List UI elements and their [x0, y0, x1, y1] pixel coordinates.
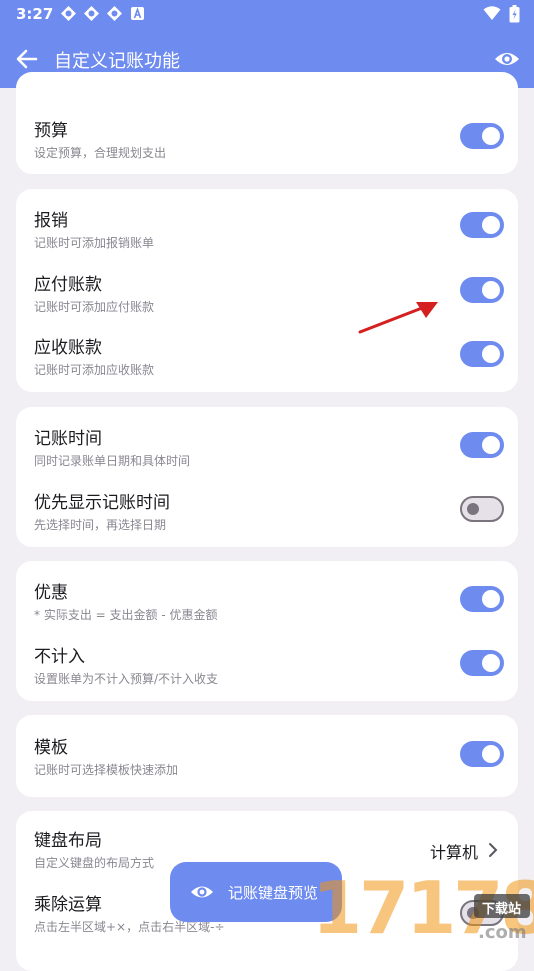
setting-subtitle: 自定义键盘的布局方式	[34, 856, 155, 870]
setting-title: 优惠	[34, 583, 68, 603]
toggle-knob	[482, 590, 500, 608]
status-bar: 3:27	[0, 0, 534, 30]
setting-row-exclude[interactable]: 不计入 设置账单为不计入预算/不计入收支	[16, 642, 518, 702]
eye-icon	[190, 881, 214, 903]
setting-row-reimbursement[interactable]: 报销 记账时可添加报销账单	[16, 206, 518, 266]
toggle-knob	[482, 127, 500, 145]
app-notification-icon	[106, 5, 123, 22]
red-annotation-arrow-icon	[356, 296, 442, 336]
watermark-tag-label: 下载站	[482, 902, 522, 917]
setting-subtitle: 记账时可添加应付账款	[34, 300, 155, 314]
toggle-knob	[482, 345, 500, 363]
setting-title: 乘除运算	[34, 895, 102, 915]
toggle-knob	[482, 654, 500, 672]
setting-row-record-time[interactable]: 记账时间 同时记录账单日期和具体时间	[16, 424, 518, 484]
setting-title: 优先显示记账时间	[34, 493, 170, 513]
setting-title: 应付账款	[34, 275, 102, 295]
watermark-domain: .com	[478, 922, 527, 943]
app-notification-icon	[83, 5, 100, 22]
setting-row-payable[interactable]: 应付账款 记账时可添加应付账款	[16, 270, 518, 330]
toggle-knob	[482, 745, 500, 763]
app-notification-icon	[60, 5, 77, 22]
setting-row-budget[interactable]: 预算 设定预算，合理规划支出	[16, 116, 518, 176]
eye-icon[interactable]	[494, 47, 520, 71]
payable-toggle[interactable]	[460, 277, 504, 303]
setting-subtitle: 设置账单为不计入预算/不计入收支	[34, 672, 219, 686]
toggle-knob	[467, 503, 479, 515]
setting-title: 报销	[34, 211, 68, 231]
toggle-knob	[482, 216, 500, 234]
exclude-toggle[interactable]	[460, 650, 504, 676]
setting-subtitle: 同时记录账单日期和具体时间	[34, 454, 191, 468]
a-notification-icon	[129, 5, 146, 22]
toggle-knob	[482, 281, 500, 299]
battery-icon	[509, 5, 520, 27]
receivable-toggle[interactable]	[460, 341, 504, 367]
setting-title: 应收账款	[34, 338, 102, 358]
setting-subtitle: 记账时可添加报销账单	[34, 236, 155, 250]
settings-card-accounts: 报销 记账时可添加报销账单 应付账款 记账时可添加应付账款 应收账款 记账时可添…	[16, 189, 518, 392]
toggle-knob	[482, 436, 500, 454]
keyboard-layout-value: 计算机	[429, 843, 478, 862]
setting-row-receivable[interactable]: 应收账款 记账时可添加应收账款	[16, 333, 518, 393]
settings-card-budget: 预算 设定预算，合理规划支出	[16, 72, 518, 174]
time-first-toggle[interactable]	[460, 496, 504, 522]
record-time-toggle[interactable]	[460, 432, 504, 458]
setting-subtitle: 设定预算，合理规划支出	[34, 146, 167, 160]
page-title: 自定义记账功能	[54, 51, 180, 72]
setting-title: 记账时间	[34, 429, 102, 449]
fab-label: 记账键盘预览	[228, 884, 319, 902]
setting-subtitle: * 实际支出 = 支出金额 - 优惠金额	[34, 608, 218, 622]
reimbursement-toggle[interactable]	[460, 212, 504, 238]
back-arrow-icon[interactable]	[14, 46, 40, 72]
settings-card-template: 模板 记账时可选择模板快速添加	[16, 715, 518, 797]
wifi-icon	[483, 5, 501, 27]
chevron-right-icon	[486, 841, 500, 859]
setting-title: 不计入	[34, 647, 85, 667]
setting-row-template[interactable]: 模板 记账时可选择模板快速添加	[16, 733, 518, 793]
template-toggle[interactable]	[460, 741, 504, 767]
status-time: 3:27	[16, 5, 54, 23]
status-right-icons	[483, 5, 520, 27]
notification-icons	[60, 5, 146, 22]
settings-card-time: 记账时间 同时记录账单日期和具体时间 优先显示记账时间 先选择时间，再选择日期	[16, 407, 518, 547]
setting-row-time-first[interactable]: 优先显示记账时间 先选择时间，再选择日期	[16, 488, 518, 548]
setting-subtitle: 先选择时间，再选择日期	[34, 518, 167, 532]
setting-row-discount[interactable]: 优惠 * 实际支出 = 支出金额 - 优惠金额	[16, 578, 518, 638]
setting-subtitle: 记账时可选择模板快速添加	[34, 763, 179, 777]
setting-subtitle: 记账时可添加应收账款	[34, 363, 155, 377]
discount-toggle[interactable]	[460, 586, 504, 612]
setting-title: 模板	[34, 738, 68, 758]
budget-toggle[interactable]	[460, 123, 504, 149]
settings-card-discount: 优惠 * 实际支出 = 支出金额 - 优惠金额 不计入 设置账单为不计入预算/不…	[16, 561, 518, 701]
setting-title: 预算	[34, 121, 68, 141]
setting-title: 键盘布局	[34, 831, 102, 851]
